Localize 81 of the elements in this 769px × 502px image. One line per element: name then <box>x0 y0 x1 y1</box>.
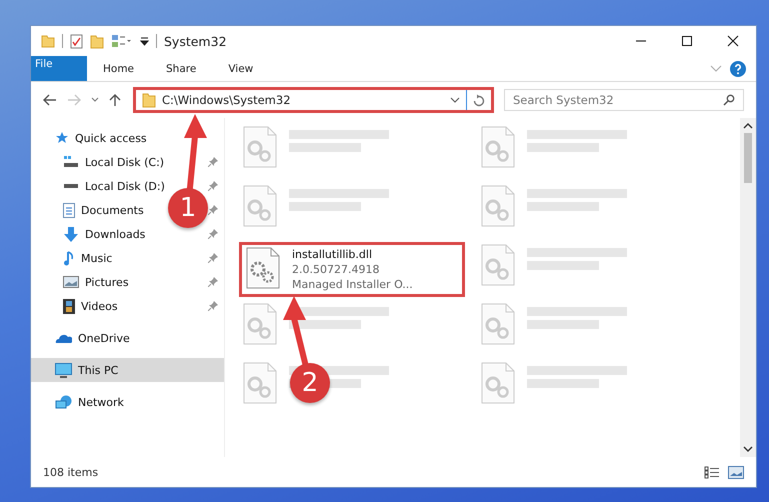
drive-icon <box>63 155 79 169</box>
forward-icon[interactable] <box>67 94 81 106</box>
search-icon[interactable] <box>723 94 735 106</box>
network-icon <box>55 394 72 410</box>
document-icon <box>63 202 75 218</box>
sidebar-item[interactable]: Downloads <box>31 222 150 246</box>
scroll-down-icon[interactable] <box>743 446 753 453</box>
address-bar[interactable]: C:\Windows\System32 <box>133 87 494 113</box>
music-note-icon <box>63 250 75 266</box>
ribbon-tab[interactable]: View <box>212 56 270 81</box>
settings-file-icon <box>246 247 280 289</box>
blurred-text-bar <box>527 261 599 270</box>
close-icon <box>727 35 739 47</box>
blurred-text-bar <box>527 320 599 329</box>
monitor-icon <box>55 362 72 378</box>
back-icon[interactable] <box>43 94 57 106</box>
pin-icon[interactable] <box>208 277 218 287</box>
settings-file-icon[interactable] <box>243 362 277 404</box>
maximize-icon <box>681 35 693 47</box>
pin-icon[interactable] <box>208 229 218 239</box>
folder-icon <box>142 92 156 108</box>
folder-icon[interactable] <box>41 34 55 48</box>
sidebar-item[interactable]: Music <box>31 246 116 270</box>
recent-dropdown-icon[interactable] <box>91 97 99 103</box>
settings-file-icon[interactable] <box>481 303 515 345</box>
blurred-text-bar <box>289 202 361 211</box>
window-title: System32 <box>164 34 227 48</box>
file-item[interactable]: installutillib.dll 2.0.50727.4918 Managed Installer O... <box>239 242 465 297</box>
chevron-down-icon[interactable] <box>710 64 722 72</box>
sidebar-item[interactable]: Local Disk (D:) <box>31 174 169 198</box>
file-description: Managed Installer O... <box>292 277 413 292</box>
ribbon-tab[interactable]: Home <box>87 56 150 81</box>
blurred-text-bar <box>527 202 599 211</box>
file-description: 2.0.50727.4918 <box>292 262 380 277</box>
refresh-icon[interactable] <box>473 94 485 106</box>
dropdown-icon[interactable] <box>450 96 460 104</box>
pin-icon[interactable] <box>208 205 218 215</box>
settings-file-icon[interactable] <box>243 185 277 227</box>
sidebar-item[interactable]: Quick access <box>31 126 151 150</box>
sidebar-item[interactable]: Network <box>31 390 128 414</box>
cloud-icon <box>55 333 72 343</box>
address-path: C:\Windows\System32 <box>162 93 292 107</box>
settings-file-icon[interactable] <box>243 126 277 168</box>
file-name: installutillib.dll <box>292 247 374 262</box>
help-icon[interactable] <box>730 60 746 76</box>
blurred-text-bar <box>289 143 361 152</box>
settings-file-icon[interactable] <box>481 244 515 286</box>
view-options-icon[interactable] <box>111 34 133 48</box>
drive-icon <box>63 183 79 189</box>
settings-file-icon[interactable] <box>481 362 515 404</box>
scroll-up-icon[interactable] <box>743 122 753 129</box>
blurred-text-bar <box>289 320 361 329</box>
blurred-text-bar <box>527 379 599 388</box>
download-icon <box>63 226 79 242</box>
sidebar-item[interactable]: Pictures <box>31 270 133 294</box>
ribbon-tab[interactable]: Share <box>150 56 212 81</box>
blurred-text-bar <box>527 143 599 152</box>
settings-file-icon[interactable] <box>243 303 277 345</box>
up-icon[interactable] <box>109 93 121 107</box>
customize-toolbar-icon[interactable] <box>140 35 149 47</box>
properties-icon[interactable] <box>70 34 83 48</box>
scrollbar-thumb[interactable] <box>744 133 752 183</box>
pin-icon[interactable] <box>208 181 218 191</box>
pin-icon[interactable] <box>208 253 218 263</box>
sidebar-item[interactable]: Videos <box>31 294 122 318</box>
star-icon <box>55 131 69 145</box>
search-field[interactable]: Search System32 <box>504 89 744 111</box>
file-tab[interactable]: File <box>31 56 87 81</box>
details-view-icon[interactable] <box>704 466 720 478</box>
pin-icon[interactable] <box>208 157 218 167</box>
large-icons-view-icon[interactable] <box>728 466 744 478</box>
sidebar-item[interactable]: Documents <box>31 198 148 222</box>
sidebar-item[interactable]: Local Disk (C:) <box>31 150 168 174</box>
sidebar-item[interactable]: OneDrive <box>31 326 134 350</box>
settings-file-icon[interactable] <box>481 185 515 227</box>
item-count: 108 items <box>43 466 98 478</box>
film-icon <box>63 298 75 314</box>
new-folder-icon[interactable] <box>90 34 104 48</box>
settings-file-icon[interactable] <box>481 126 515 168</box>
pin-icon[interactable] <box>208 301 218 311</box>
pictures-icon <box>63 276 79 288</box>
